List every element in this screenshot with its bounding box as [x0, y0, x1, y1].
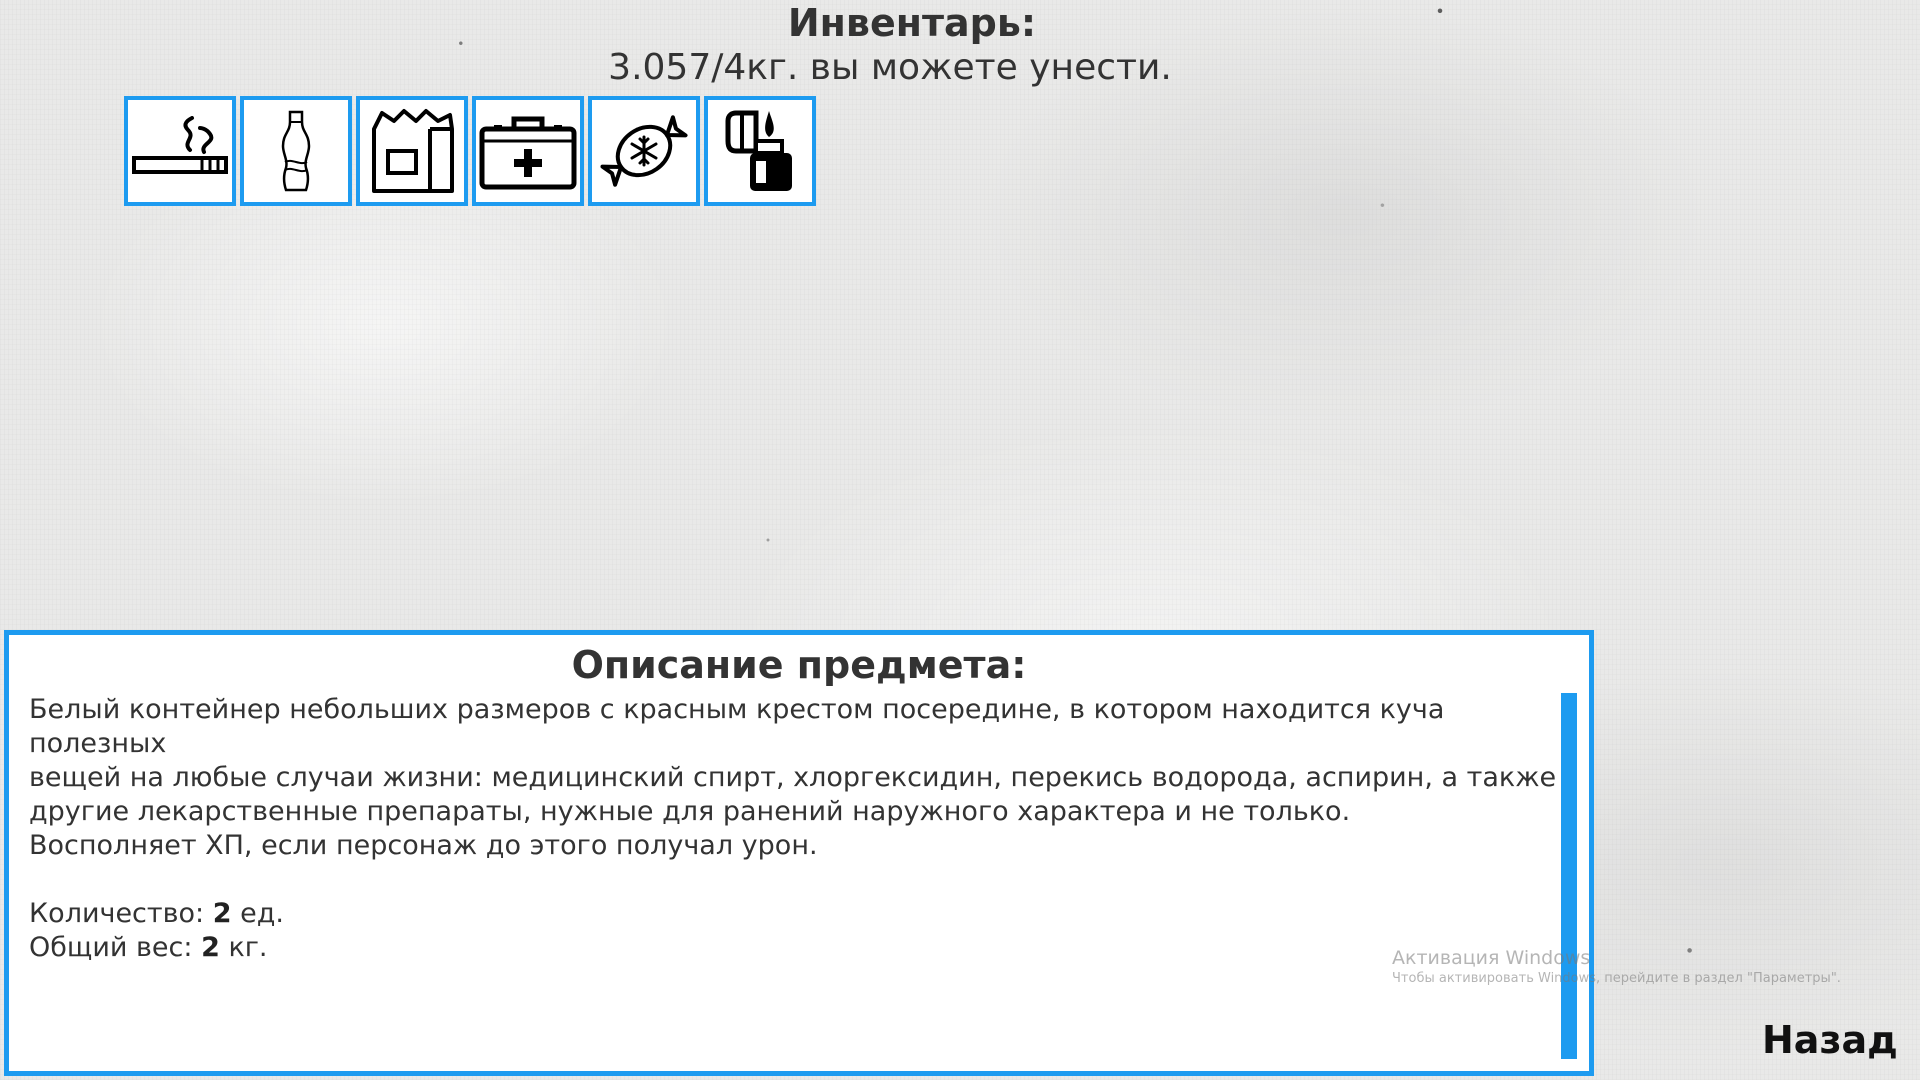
quantity-label: Количество: — [29, 898, 213, 929]
inventory-slots — [124, 96, 816, 206]
food-bag-icon — [372, 109, 454, 193]
quantity-stat: Количество: 2 ед. — [29, 897, 1579, 931]
inventory-slot-lighter[interactable] — [704, 96, 816, 206]
description-scrollbar[interactable] — [1561, 693, 1577, 1059]
soda-bottle-icon — [281, 110, 311, 192]
windows-activation-watermark: Активация Windows Чтобы активировать Win… — [1392, 946, 1841, 988]
description-body: Белый контейнер небольших размеров с кра… — [29, 693, 1579, 965]
candy-icon — [600, 115, 688, 187]
description-line: Восполняет ХП, если персонаж до этого по… — [29, 830, 818, 861]
cigarette-icon — [132, 116, 228, 174]
watermark-subtitle: Чтобы активировать Windows, перейдите в … — [1392, 971, 1841, 986]
description-line: другие лекарственные препараты, нужные д… — [29, 796, 1351, 827]
watermark-title: Активация Windows — [1392, 947, 1591, 969]
description-title: Описание предмета: — [571, 643, 1027, 687]
back-button[interactable]: Назад — [1762, 1016, 1898, 1064]
inventory-slot-soda[interactable] — [240, 96, 352, 206]
weight-label: Общий вес: — [29, 932, 202, 963]
lighter-icon — [725, 110, 792, 191]
first-aid-kit-icon — [479, 116, 577, 190]
weight-unit: кг. — [219, 932, 268, 963]
quantity-value: 2 — [212, 898, 232, 929]
inventory-weight: 3.057/4кг. вы можете унести. — [608, 47, 1172, 88]
inventory-title: Инвентарь: — [787, 1, 1037, 45]
description-line: Белый контейнер небольших размеров с кра… — [29, 694, 1445, 759]
inventory-slot-cigarette[interactable] — [124, 96, 236, 206]
inventory-slot-candy[interactable] — [588, 96, 700, 206]
item-description-panel: Описание предмета: Белый контейнер небол… — [4, 630, 1594, 1076]
weight-value: 2 — [201, 932, 220, 963]
weight-stat: Общий вес: 2 кг. — [29, 931, 1579, 965]
inventory-slot-first-aid[interactable] — [472, 96, 584, 206]
inventory-slot-food-bag[interactable] — [356, 96, 468, 206]
quantity-unit: ед. — [231, 898, 284, 929]
description-line: вещей на любые случаи жизни: медицинский… — [29, 762, 1557, 793]
